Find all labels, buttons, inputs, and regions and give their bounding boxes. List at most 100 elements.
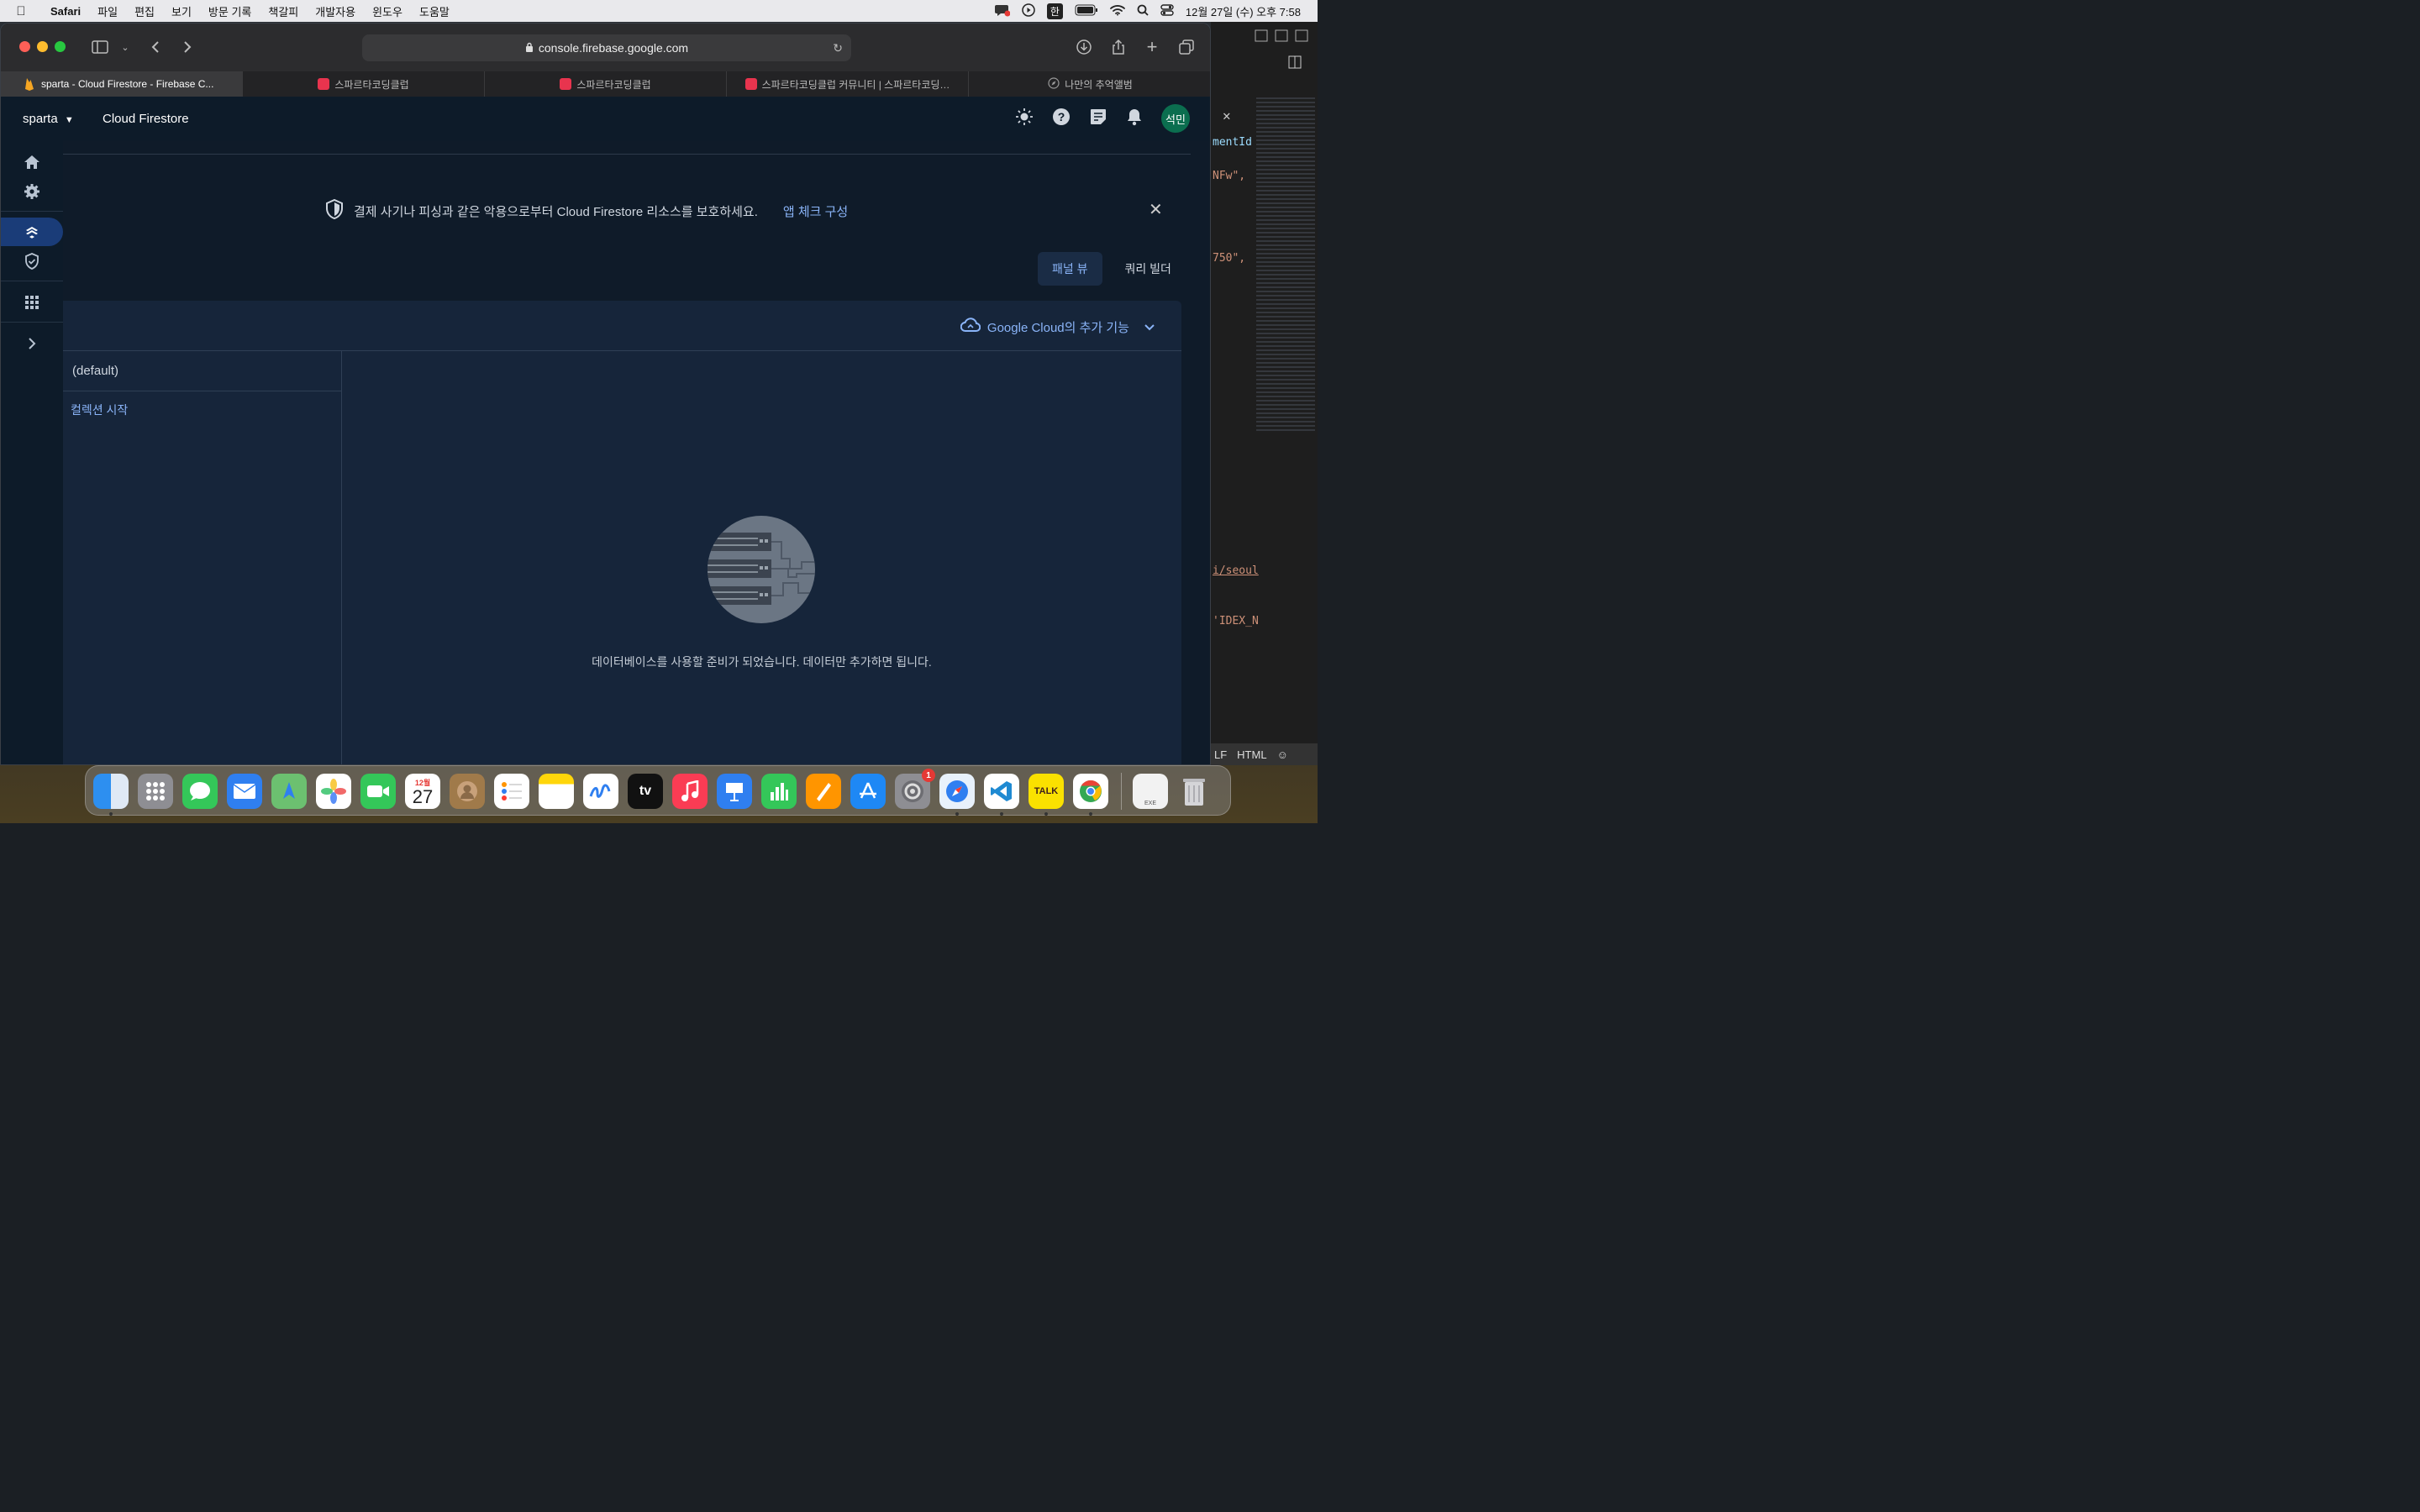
forward-icon[interactable]	[176, 35, 199, 59]
close-icon[interactable]: ✕	[1149, 199, 1163, 220]
feedback-icon[interactable]: ☺	[1277, 748, 1288, 761]
new-tab-icon[interactable]: +	[1140, 35, 1164, 59]
freeform-icon[interactable]	[583, 774, 618, 809]
share-icon[interactable]	[1107, 35, 1130, 59]
battery-icon[interactable]	[1075, 4, 1098, 18]
music-icon[interactable]	[672, 774, 708, 809]
photos-icon[interactable]	[316, 774, 351, 809]
close-window-button[interactable]	[19, 41, 30, 52]
header-divider	[63, 154, 1191, 155]
running-indicator	[109, 812, 113, 816]
editor-minimap[interactable]	[1256, 97, 1315, 433]
editor-close-icon[interactable]: ✕	[1223, 108, 1231, 123]
home-icon[interactable]	[21, 151, 43, 173]
language-mode[interactable]: HTML	[1237, 748, 1266, 761]
menu-window[interactable]: 윈도우	[364, 3, 411, 19]
project-selector[interactable]: sparta ▼	[23, 112, 74, 126]
chevron-down-icon[interactable]: ⌄	[113, 35, 137, 59]
compass-icon	[1048, 76, 1060, 92]
tab-sparta-community[interactable]: 스파르타코딩클럽 커뮤니티 | 스파르타코딩…	[727, 71, 969, 97]
all-products-grid-icon[interactable]	[21, 291, 43, 313]
start-collection-link[interactable]: 컬렉션 시작	[63, 391, 341, 428]
launchpad-icon[interactable]	[138, 774, 173, 809]
tab-memory-album[interactable]: 나만의 추억앨범	[969, 71, 1210, 97]
exe-file-icon[interactable]: EXE	[1133, 774, 1168, 809]
downloads-icon[interactable]	[1072, 35, 1096, 59]
address-bar[interactable]: console.firebase.google.com ↻	[362, 34, 851, 61]
kakaotalk-icon[interactable]: TALK	[1028, 774, 1064, 809]
numbers-icon[interactable]	[761, 774, 797, 809]
chrome-icon[interactable]	[1073, 774, 1108, 809]
reminders-icon[interactable]	[494, 774, 529, 809]
google-cloud-addons-button[interactable]: Google Cloud의 추가 기능	[960, 318, 1155, 336]
tab-sparta-2[interactable]: 스파르타코딩클럽	[485, 71, 727, 97]
apple-tv-icon[interactable]: tv	[628, 774, 663, 809]
chat-icon[interactable]	[994, 3, 1011, 19]
database-name[interactable]: (default)	[63, 351, 341, 391]
reload-icon[interactable]: ↻	[833, 41, 843, 55]
calendar-icon[interactable]: 12월 27	[405, 774, 440, 809]
apple-menu-icon[interactable]: 	[0, 4, 42, 18]
view-toggle: 패널 뷰 쿼리 빌더	[1038, 252, 1186, 286]
menu-app-name[interactable]: Safari	[42, 5, 89, 18]
menubar-status-area: 한 12월 27일 (수) 오후 7:58	[994, 0, 1301, 22]
editor-layout-icons[interactable]	[1255, 29, 1313, 44]
input-method-indicator[interactable]: 한	[1046, 3, 1063, 19]
release-notes-icon[interactable]	[1089, 108, 1107, 130]
app-check-shield-icon[interactable]	[21, 250, 43, 272]
wifi-icon[interactable]	[1109, 4, 1125, 18]
running-indicator	[1044, 812, 1048, 816]
menu-edit[interactable]: 편집	[126, 3, 163, 19]
vscode-icon[interactable]	[984, 774, 1019, 809]
mail-icon[interactable]	[227, 774, 262, 809]
settings-gear-icon[interactable]	[21, 181, 43, 202]
keynote-icon[interactable]	[717, 774, 752, 809]
tab-panel-view[interactable]: 패널 뷰	[1038, 252, 1102, 286]
safari-icon[interactable]	[939, 774, 975, 809]
tab-query-builder[interactable]: 쿼리 빌더	[1111, 252, 1186, 286]
tab-overview-icon[interactable]	[1175, 35, 1198, 59]
maps-icon[interactable]	[271, 774, 307, 809]
facetime-icon[interactable]	[360, 774, 396, 809]
menu-view[interactable]: 보기	[163, 3, 200, 19]
control-center-icon[interactable]	[1160, 3, 1174, 18]
minimize-window-button[interactable]	[37, 41, 48, 52]
contacts-icon[interactable]	[450, 774, 485, 809]
back-icon[interactable]	[144, 35, 167, 59]
messages-icon[interactable]	[182, 774, 218, 809]
avatar[interactable]: 석민	[1161, 104, 1190, 133]
safari-window: ⌄ console.firebase.google.com ↻ + sparta…	[0, 23, 1211, 765]
sidebar-toggle-icon[interactable]	[88, 35, 112, 59]
eol-indicator[interactable]: LF	[1214, 748, 1227, 761]
menubar-clock[interactable]: 12월 27일 (수) 오후 7:58	[1186, 3, 1301, 19]
menu-file[interactable]: 파일	[89, 3, 126, 19]
zoom-window-button[interactable]	[55, 41, 66, 52]
safari-toolbar: ⌄ console.firebase.google.com ↻ +	[1, 24, 1210, 71]
expand-nav-chevron-icon[interactable]	[21, 333, 43, 354]
tab-title: 스파르타코딩클럽	[576, 78, 651, 91]
pages-icon[interactable]	[806, 774, 841, 809]
shield-icon	[325, 198, 344, 223]
tab-sparta-1[interactable]: 스파르타코딩클럽	[243, 71, 485, 97]
tab-firebase[interactable]: sparta - Cloud Firestore - Firebase C...	[1, 71, 243, 97]
notes-icon[interactable]	[539, 774, 574, 809]
help-icon[interactable]: ?	[1052, 108, 1071, 130]
trash-icon[interactable]	[1176, 774, 1212, 809]
app-store-icon[interactable]	[850, 774, 886, 809]
finder-icon[interactable]	[93, 774, 129, 809]
configure-app-check-link[interactable]: 앱 체크 구성	[783, 202, 848, 220]
menu-history[interactable]: 방문 기록	[200, 3, 260, 19]
notifications-bell-icon[interactable]	[1126, 108, 1143, 130]
spotlight-search-icon[interactable]	[1137, 4, 1149, 18]
menu-help[interactable]: 도움말	[411, 3, 458, 19]
firestore-icon[interactable]	[21, 221, 43, 243]
menu-develop[interactable]: 개발자용	[307, 3, 364, 19]
play-icon[interactable]	[1022, 3, 1035, 19]
system-settings-icon[interactable]: 1	[895, 769, 935, 809]
theme-toggle-icon[interactable]	[1015, 108, 1034, 130]
code-fragment: 'IDEX_N	[1213, 615, 1259, 627]
caret-down-icon: ▼	[64, 114, 74, 125]
menu-bookmarks[interactable]: 책갈피	[260, 3, 307, 19]
code-fragment: 750",	[1213, 252, 1246, 265]
split-editor-icon[interactable]	[1288, 55, 1302, 69]
